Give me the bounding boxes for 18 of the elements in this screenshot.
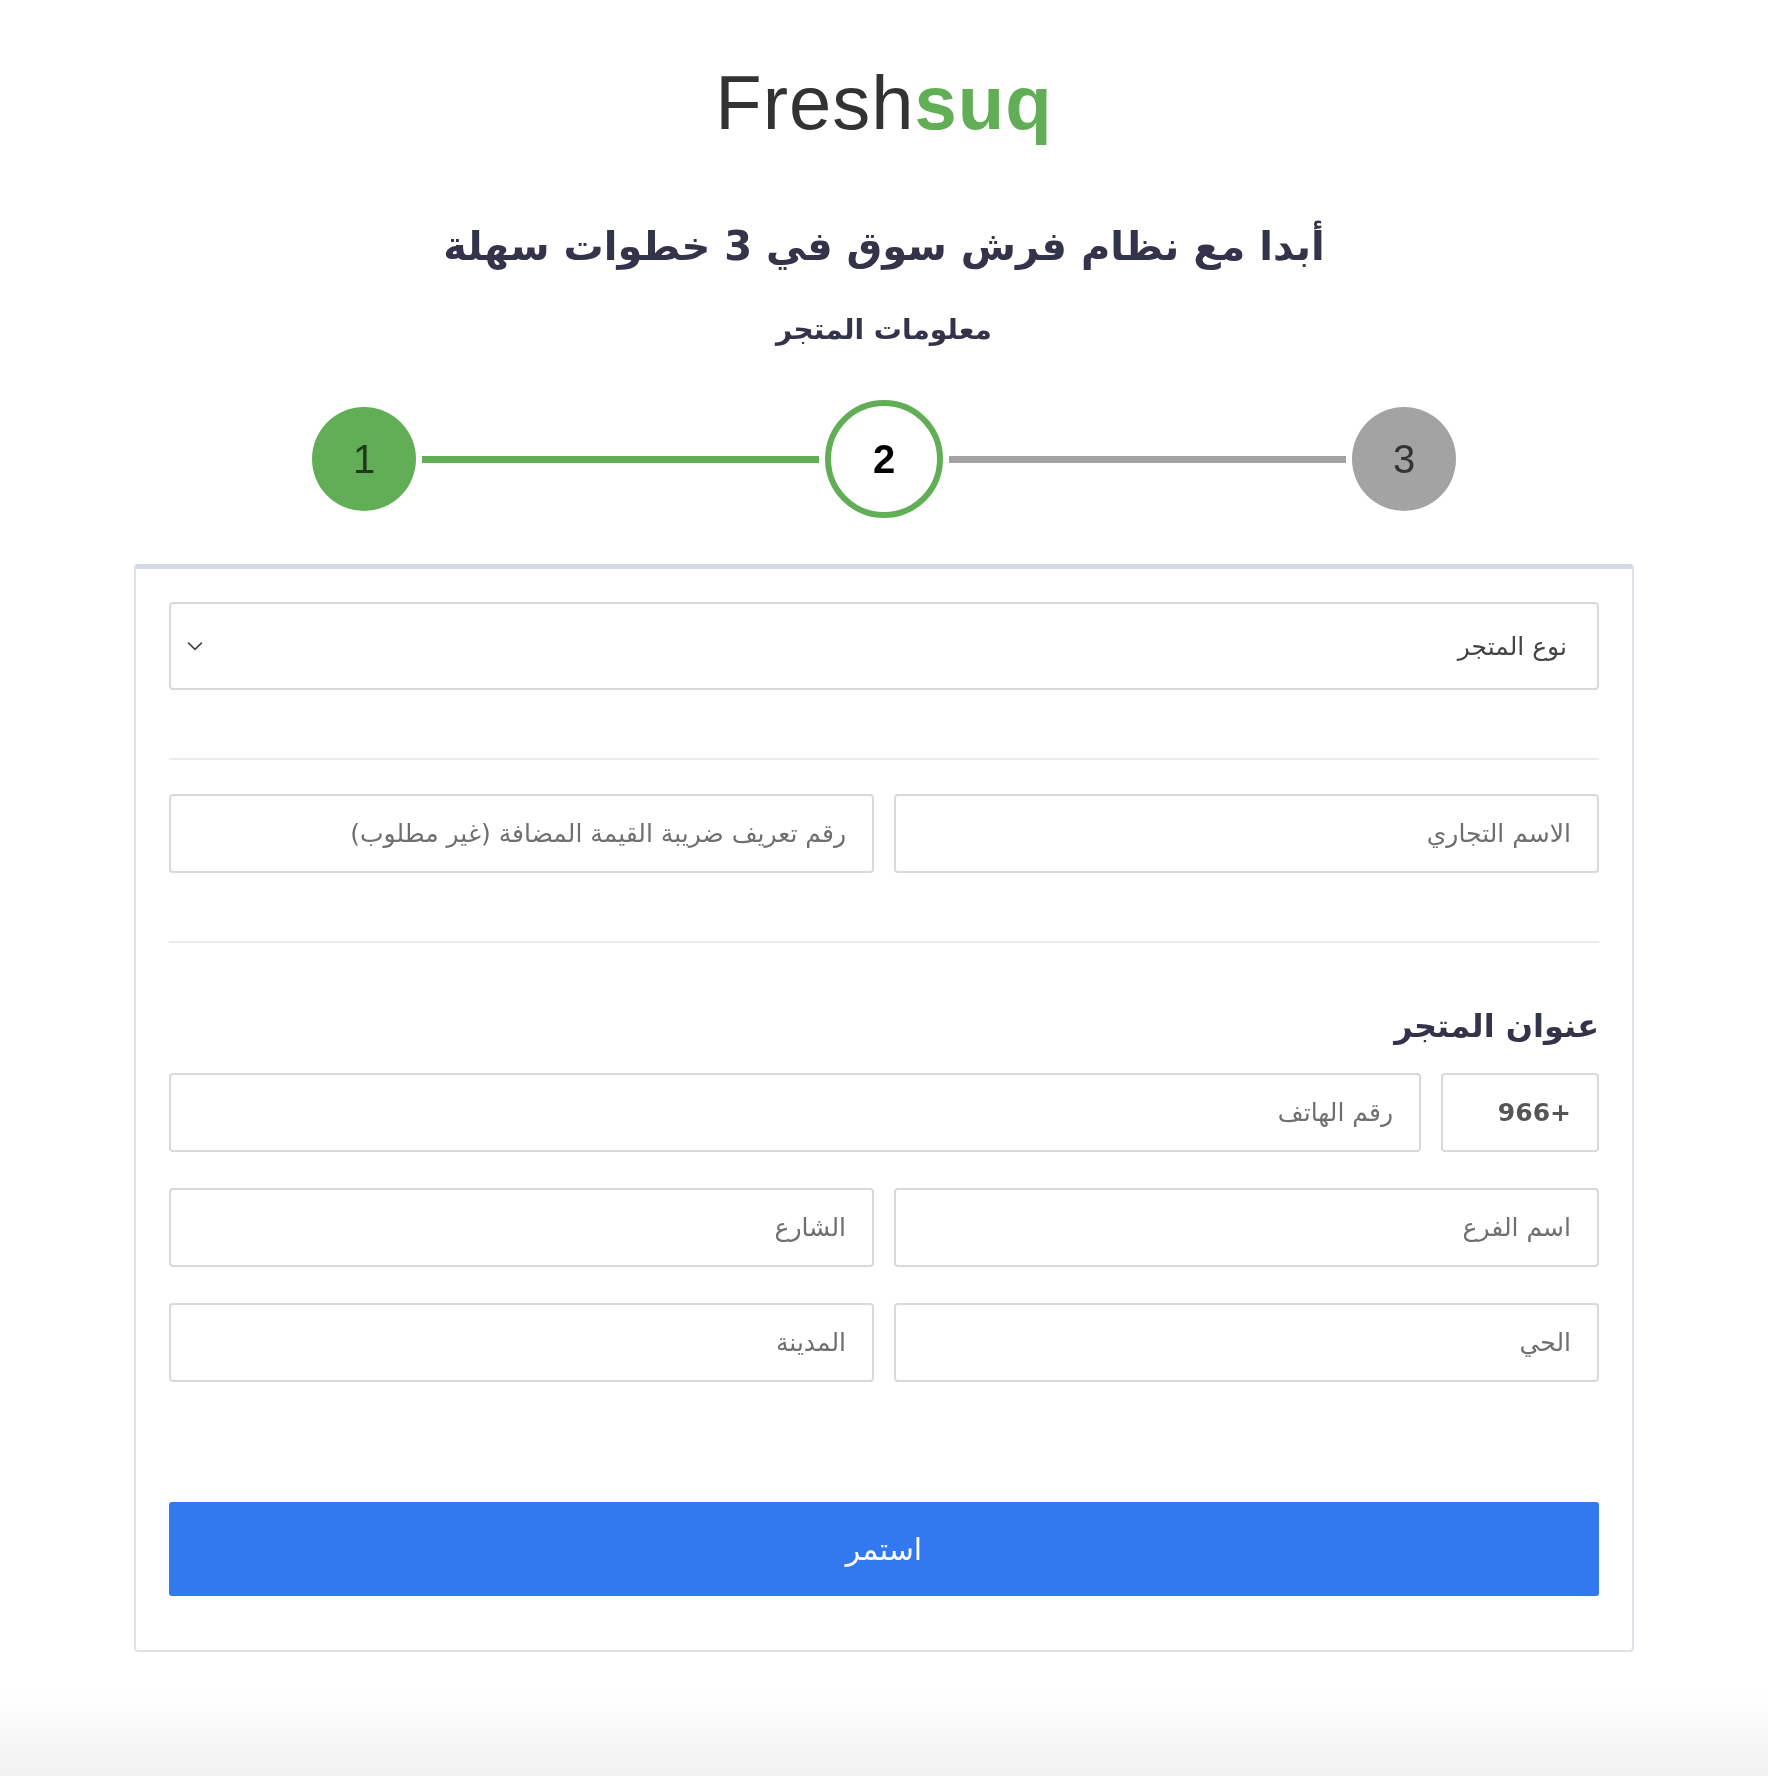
input-field[interactable]: الشارع (169, 1188, 874, 1267)
input-field[interactable]: الحي (894, 1303, 1599, 1382)
input-field[interactable]: رقم تعريف ضريبة القيمة المضافة (غير مطلوب) (169, 794, 874, 873)
logo: Freshsuq (715, 59, 1053, 147)
phone-field[interactable]: رقم الهاتف (169, 1073, 1421, 1152)
address-heading: عنوان المتجر (1392, 1007, 1599, 1045)
input-field[interactable]: المدينة (169, 1303, 874, 1382)
input-field[interactable]: الاسم التجاري (894, 794, 1599, 873)
continue-button[interactable]: استمر (169, 1502, 1599, 1596)
country-code-field[interactable]: +966 (1441, 1073, 1599, 1152)
step-circle: 3 (1352, 407, 1456, 511)
step-circle: 2 (825, 400, 943, 518)
input-field[interactable]: اسم الفرع (894, 1188, 1599, 1267)
page-title: أبدا مع نظام فرش سوق في 3 خطوات سهلة (443, 218, 1325, 274)
step-circle: 1 (312, 407, 416, 511)
store-type-select[interactable]: نوع المتجر (169, 602, 1599, 690)
chevron-down-icon (187, 641, 203, 651)
section-subtitle: معلومات المتجر (776, 312, 992, 348)
